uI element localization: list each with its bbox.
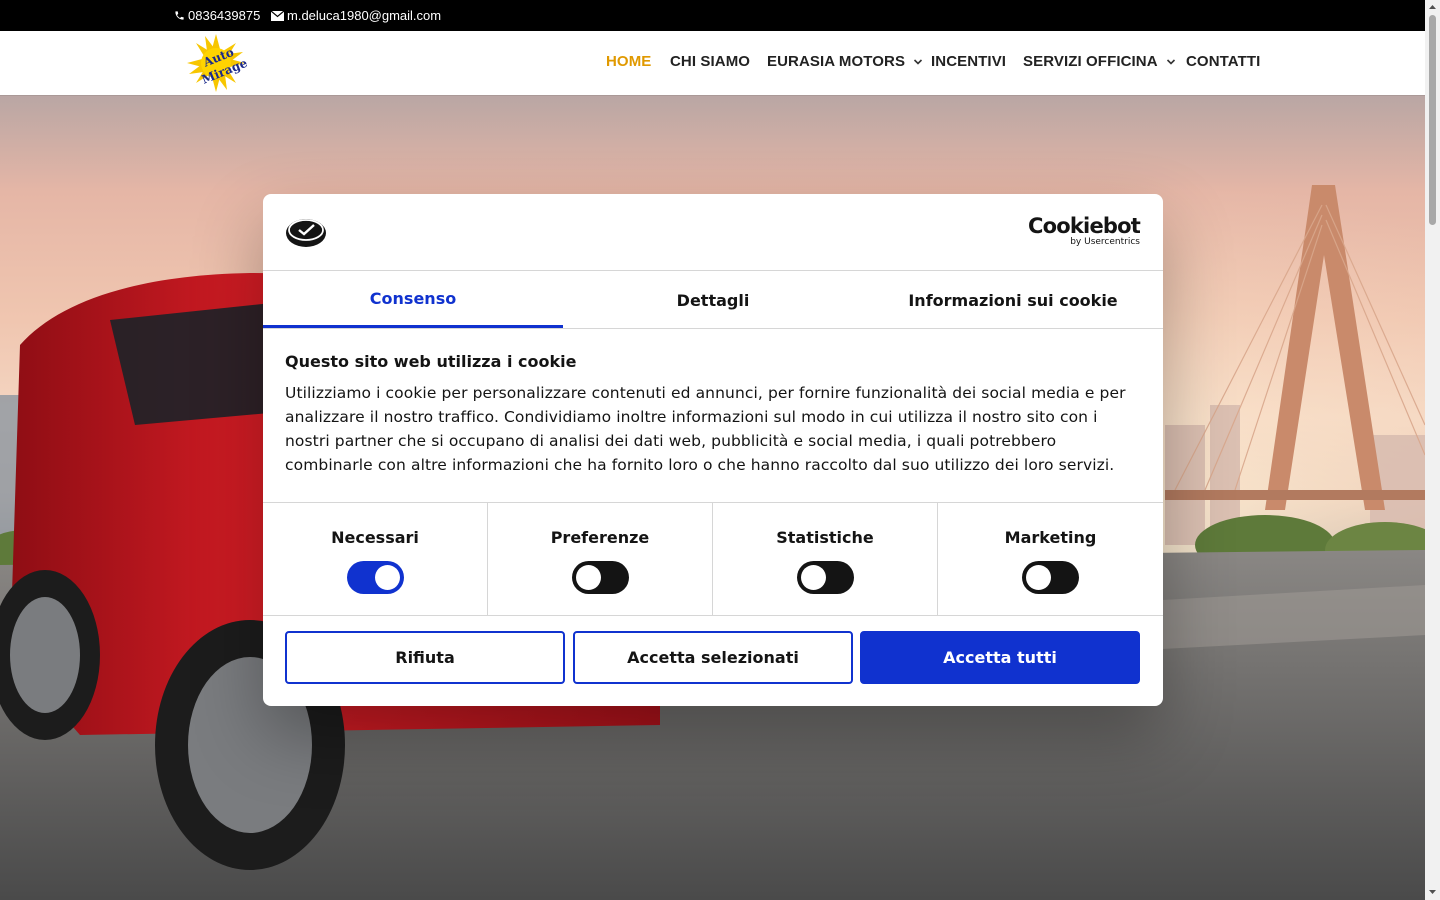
accept-selected-button[interactable]: Accetta selezionati <box>573 631 853 684</box>
tab-consenso-label: Consenso <box>369 288 457 308</box>
nav-incentivi-label: INCENTIVI <box>931 53 1007 70</box>
category-necessari-label: Necessari <box>331 528 419 547</box>
cookie-categories: Necessari Preferenze Statistiche Marketi… <box>263 502 1163 616</box>
nav-eurasia-motors-label: EURASIA MOTORS <box>767 53 906 70</box>
toggle-statistiche[interactable] <box>797 561 854 594</box>
logo-image: Auto Mirage <box>187 34 250 92</box>
brand-by: by Usercentrics <box>1070 237 1140 247</box>
page-scrollbar[interactable] <box>1425 0 1440 900</box>
toggle-knob <box>801 565 826 590</box>
phone-contact[interactable]: 0836439875 <box>174 8 260 23</box>
category-statistiche: Statistiche <box>713 503 938 616</box>
dialog-tabs: Consenso Dettagli Informazioni sui cooki… <box>263 271 1163 329</box>
category-necessari: Necessari <box>263 503 488 616</box>
tab-dettagli-label: Dettagli <box>676 290 750 310</box>
cookie-consent-dialog: Cookiebot by Usercentrics Consenso Detta… <box>263 194 1163 706</box>
nav-servizi-officina[interactable]: SERVIZI OFFICINA <box>1023 53 1176 70</box>
cookiebot-brand[interactable]: Cookiebot by Usercentrics <box>1028 214 1141 247</box>
dialog-title: Questo sito web utilizza i cookie <box>285 352 577 371</box>
dialog-header: Cookiebot by Usercentrics <box>263 194 1163 271</box>
category-preferenze: Preferenze <box>488 503 713 616</box>
nav-home-label: HOME <box>606 53 652 70</box>
tab-informazioni[interactable]: Informazioni sui cookie <box>863 271 1163 329</box>
phone-number: 0836439875 <box>188 8 261 23</box>
toggle-knob <box>375 565 400 590</box>
toggle-marketing[interactable] <box>1022 561 1079 594</box>
nav-contatti[interactable]: CONTATTI <box>1186 53 1260 70</box>
scroll-up-arrow-icon[interactable] <box>1428 3 1437 12</box>
nav-home[interactable]: HOME <box>606 53 651 70</box>
chevron-down-icon <box>1166 58 1175 65</box>
tab-dettagli[interactable]: Dettagli <box>563 271 863 329</box>
nav-chi-siamo[interactable]: CHI SIAMO <box>670 53 750 70</box>
scrollbar-thumb[interactable] <box>1429 15 1436 225</box>
envelope-icon <box>271 10 284 21</box>
tab-consenso[interactable]: Consenso <box>263 271 563 328</box>
nav-chi-siamo-label: CHI SIAMO <box>670 53 751 70</box>
category-statistiche-label: Statistiche <box>776 528 874 547</box>
brand-name: Cookiebot <box>1028 214 1141 238</box>
category-marketing-label: Marketing <box>1004 528 1097 547</box>
nav-incentivi[interactable]: INCENTIVI <box>931 53 1006 70</box>
dialog-actions: Rifiuta Accetta selezionati Accetta tutt… <box>285 631 1141 684</box>
nav-contatti-label: CONTATTI <box>1186 53 1261 70</box>
dialog-description: Utilizziamo i cookie per personalizzare … <box>285 384 1126 474</box>
category-marketing: Marketing <box>938 503 1163 616</box>
nav-servizi-officina-label: SERVIZI OFFICINA <box>1023 53 1158 70</box>
tab-informazioni-label: Informazioni sui cookie <box>908 290 1118 310</box>
toggle-knob <box>1026 565 1051 590</box>
toggle-necessari[interactable] <box>347 561 404 594</box>
dialog-body: Questo sito web utilizza i cookie Utiliz… <box>285 351 1145 477</box>
toggle-preferenze[interactable] <box>572 561 629 594</box>
nav-eurasia-motors[interactable]: EURASIA MOTORS <box>767 53 923 70</box>
scroll-down-arrow-icon[interactable] <box>1428 887 1437 896</box>
email-address: m.deluca1980@gmail.com <box>287 8 442 23</box>
site-header: Auto Mirage HOME CHI SIAMO EURASIA MOTOR… <box>0 31 1425 95</box>
top-contact-bar: 0836439875 m.deluca1980@gmail.com <box>0 0 1425 31</box>
toggle-knob <box>576 565 601 590</box>
site-logo[interactable]: Auto Mirage <box>186 33 256 93</box>
category-preferenze-label: Preferenze <box>550 528 650 547</box>
cookie-logo-icon <box>286 219 326 247</box>
reject-button[interactable]: Rifiuta <box>285 631 565 684</box>
chevron-down-icon <box>914 58 923 65</box>
accept-all-button[interactable]: Accetta tutti <box>860 631 1140 684</box>
phone-icon <box>175 11 184 20</box>
email-contact[interactable]: m.deluca1980@gmail.com <box>271 8 441 23</box>
